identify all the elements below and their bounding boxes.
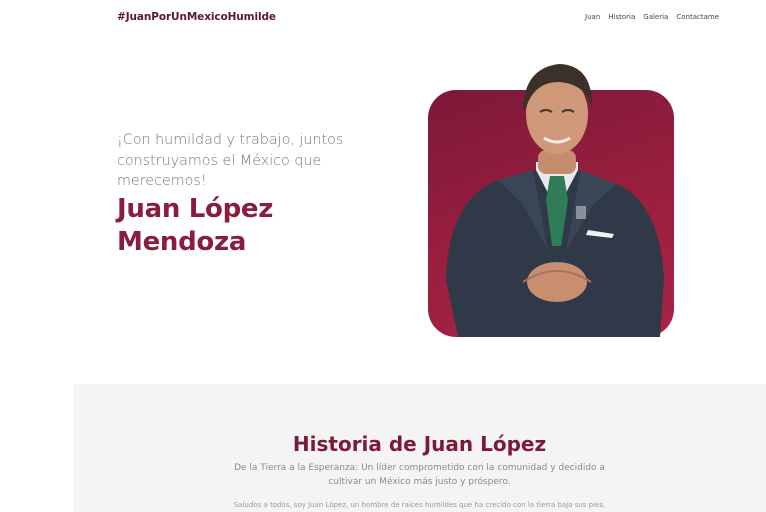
historia-subtitle: De la Tierra a la Esperanza: Un líder co… [234, 463, 605, 487]
nav-link-galeria[interactable]: Galeria [643, 13, 668, 21]
historia-section: Historia de Juan López De la Tierra a la… [73, 384, 766, 512]
main-nav: Juan Historia Galeria Contactame [585, 13, 719, 21]
candidate-portrait [446, 64, 664, 337]
hero-name: Juan López Mendoza [117, 194, 274, 257]
nav-link-historia[interactable]: Historia [608, 13, 635, 21]
brand-logo-link[interactable]: #JuanPorUnMexicoHumilde [117, 11, 276, 23]
nav-link-juan[interactable]: Juan [585, 13, 600, 21]
historia-intro: Saludos a todos, soy Juan López, un homb… [233, 501, 606, 509]
hero-tagline: ¡Con humildad y trabajo, juntos construy… [117, 132, 344, 189]
nav-link-contactame[interactable]: Contactame [676, 13, 719, 21]
historia-title: Historia de Juan López [292, 432, 547, 456]
